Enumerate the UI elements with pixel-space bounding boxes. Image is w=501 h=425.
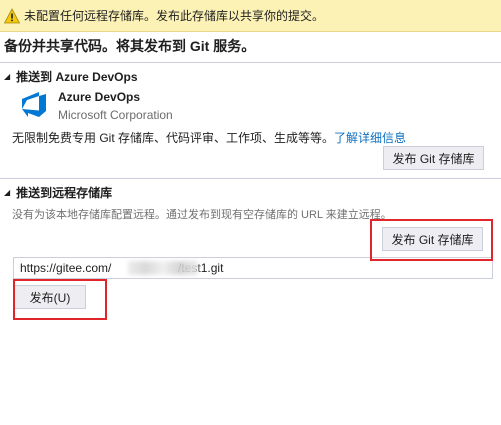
warning-icon [4,7,20,23]
section-header-remote[interactable]: ◢ 推送到远程存储库 [4,184,112,201]
azure-devops-logo-icon [22,92,46,117]
learn-more-link[interactable]: 了解详细信息 [334,131,406,145]
info-bar: 未配置任何远程存储库。发布此存储库以共享你的提交。 [0,0,501,32]
publish-azure-button[interactable]: 发布 Git 存储库 [383,146,484,170]
section-title-azure: 推送到 Azure DevOps [16,70,138,84]
divider [0,62,501,63]
page-title: 备份并共享代码。将其发布到 Git 服务。 [4,38,256,54]
collapse-triangle-icon[interactable]: ◢ [4,188,10,197]
azure-description-text: 无限制免费专用 Git 存储库、代码评审、工作项、生成等等。 [12,131,335,145]
provider-company: Microsoft Corporation [58,108,173,122]
provider-name: Azure DevOps [58,90,141,104]
collapse-triangle-icon[interactable]: ◢ [4,72,10,81]
azure-description: 无限制免费专用 Git 存储库、代码评审、工作项、生成等等。了解详细信息 [12,129,406,146]
section-title-remote: 推送到远程存储库 [16,186,113,200]
divider [0,178,501,179]
publish-remote-button[interactable]: 发布 Git 存储库 [382,227,483,251]
section-header-azure[interactable]: ◢ 推送到 Azure DevOps [4,68,138,85]
remote-url-input[interactable] [13,257,493,279]
remote-description: 没有为该本地存储库配置远程。通过发布到现有空存储库的 URL 来建立远程。 [12,209,392,221]
warning-text: 未配置任何远程存储库。发布此存储库以共享你的提交。 [24,9,325,23]
publish-u-button[interactable]: 发布(U) [14,285,86,309]
